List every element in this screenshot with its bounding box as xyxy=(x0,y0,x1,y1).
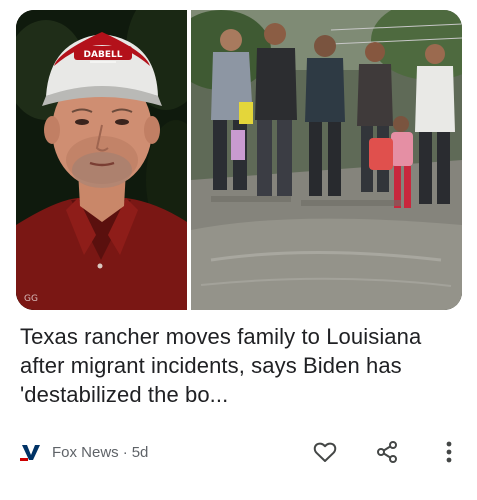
more-vertical-icon xyxy=(446,441,452,463)
fox-news-logo-icon xyxy=(20,443,42,461)
article-meta: Fox News · 5d xyxy=(20,440,148,464)
news-card[interactable]: DABELL GG Texas rancher moves family to … xyxy=(0,0,477,500)
hat-logo-text: DABELL xyxy=(84,50,123,60)
share-button[interactable] xyxy=(373,438,401,466)
article-headline[interactable]: Texas rancher moves family to Louisiana … xyxy=(20,322,460,409)
image-watermark: GG xyxy=(24,294,38,304)
more-options-button[interactable] xyxy=(435,438,463,466)
heart-outline-icon xyxy=(313,442,337,462)
article-image[interactable]: DABELL GG xyxy=(16,10,462,310)
migrants-photo-image xyxy=(191,10,462,310)
meta-separator: · xyxy=(122,443,128,461)
like-button[interactable] xyxy=(311,438,339,466)
article-age: 5d xyxy=(131,443,149,461)
share-icon xyxy=(377,441,397,463)
rancher-portrait-image: DABELL GG xyxy=(16,10,187,310)
article-actions xyxy=(277,438,463,466)
source-name[interactable]: Fox News xyxy=(52,444,119,461)
